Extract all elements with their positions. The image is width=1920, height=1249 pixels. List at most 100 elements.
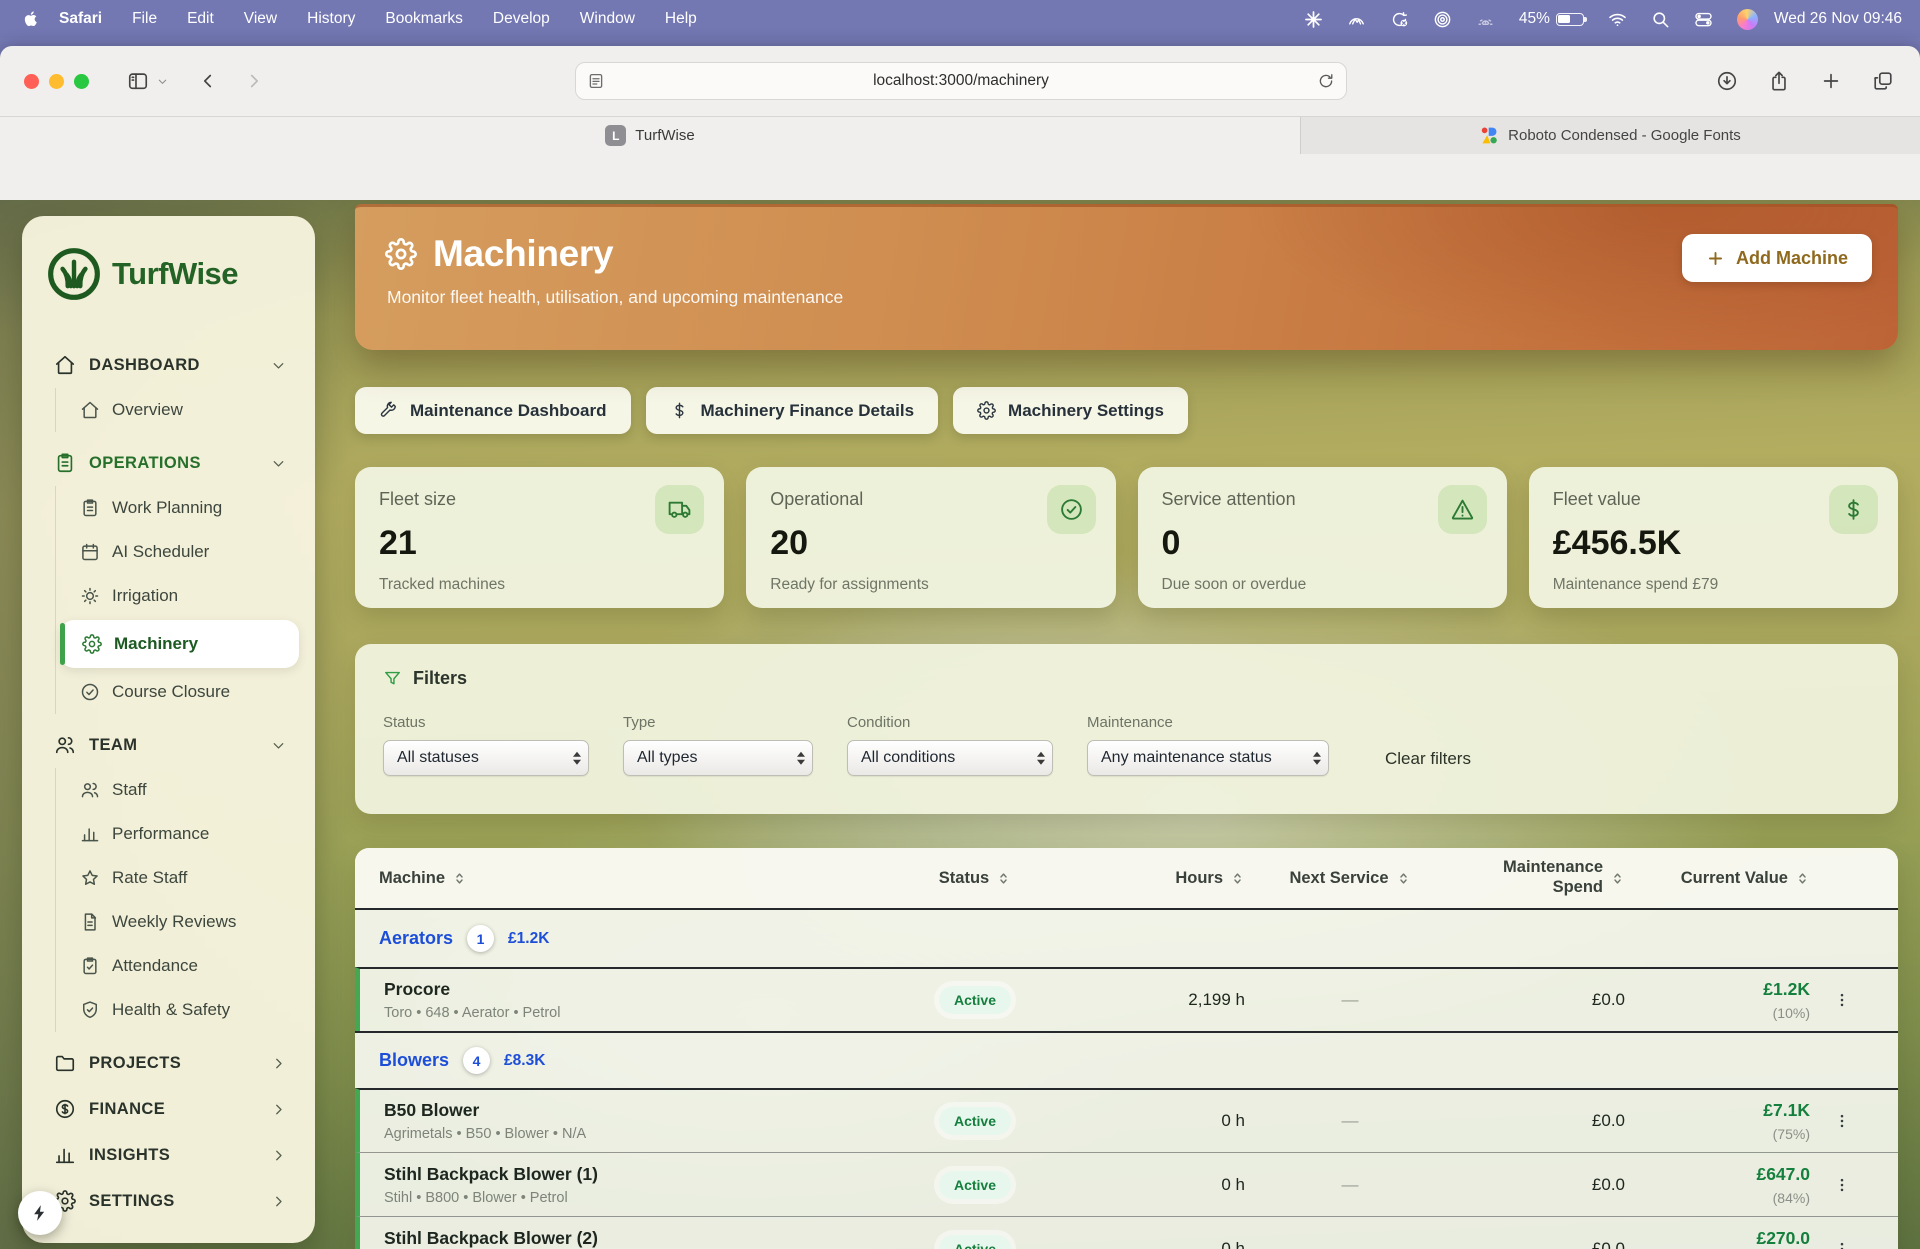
add-machine-button[interactable]: Add Machine <box>1682 234 1872 282</box>
column-current-value[interactable]: Current Value <box>1625 869 1810 888</box>
new-tab-icon[interactable] <box>1820 70 1842 92</box>
gear-icon <box>977 401 996 420</box>
reload-icon[interactable] <box>1317 72 1335 90</box>
row-menu-icon[interactable] <box>1810 1176 1874 1194</box>
share-icon[interactable] <box>1768 70 1790 92</box>
menu-clock[interactable]: Wed 26 Nov 09:46 <box>1768 10 1902 28</box>
menu-app-name[interactable]: Safari <box>44 10 117 28</box>
sidebar-item-course-closure[interactable]: Course Closure <box>80 670 293 714</box>
menu-help[interactable]: Help <box>650 10 712 28</box>
battery-status[interactable]: 45% <box>1519 10 1584 28</box>
condition-select[interactable]: All conditions <box>847 740 1053 776</box>
apple-menu[interactable] <box>18 6 44 32</box>
brand[interactable]: TurfWise <box>46 246 293 302</box>
sidebar-section-operations[interactable]: OPERATIONS <box>44 440 293 486</box>
sidebar-section-insights[interactable]: INSIGHTS <box>44 1132 293 1178</box>
address-bar[interactable]: localhost:3000/machinery <box>575 62 1347 100</box>
control-center-icon[interactable] <box>1694 10 1713 29</box>
sidebar-item-staff[interactable]: Staff <box>80 768 293 812</box>
stat-service-attention: Service attention 0 Due soon or overdue <box>1138 467 1507 608</box>
sort-icon <box>1795 871 1810 886</box>
sidebar-item-machinery[interactable]: Machinery <box>60 620 299 668</box>
tab-overview-icon[interactable] <box>1872 70 1894 92</box>
app-sidebar: TurfWise DASHBOARD Overview OPERATIONS <box>22 216 315 1243</box>
maintenance-select[interactable]: Any maintenance status <box>1087 740 1329 776</box>
vpn-mountain-icon[interactable] <box>1347 10 1366 29</box>
menu-view[interactable]: View <box>229 10 292 28</box>
quick-actions-button[interactable] <box>18 1191 62 1235</box>
forward-button[interactable] <box>241 68 267 94</box>
table-row-b50-blower[interactable]: B50 Blower Agrimetals • B50 • Blower • N… <box>355 1088 1898 1152</box>
menu-bookmarks[interactable]: Bookmarks <box>370 10 478 28</box>
sidebar-section-finance[interactable]: FINANCE <box>44 1086 293 1132</box>
column-maintenance-spend[interactable]: Maintenance Spend <box>1455 858 1625 898</box>
group-row-aerators[interactable]: Aerators 1 £1.2K <box>355 910 1898 967</box>
sidebar-item-irrigation[interactable]: Irrigation <box>80 574 293 618</box>
sidebar-item-rate-staff[interactable]: Rate Staff <box>80 856 293 900</box>
sort-icon <box>996 871 1011 886</box>
action-tabs: Maintenance Dashboard Machinery Finance … <box>355 387 1898 434</box>
clear-filters-button[interactable]: Clear filters <box>1385 749 1471 769</box>
starburst-menu-icon[interactable] <box>1304 10 1323 29</box>
spotlight-search-icon[interactable] <box>1651 10 1670 29</box>
column-status[interactable]: Status <box>900 869 1050 888</box>
sidebar-item-attendance[interactable]: Attendance <box>80 944 293 988</box>
sidebar-section-team[interactable]: TEAM <box>44 722 293 768</box>
column-hours[interactable]: Hours <box>1050 869 1245 888</box>
table-row-stihl-blower-2[interactable]: Stihl Backpack Blower (2) Stihl • B600 •… <box>355 1216 1898 1249</box>
machinery-settings-button[interactable]: Machinery Settings <box>953 387 1188 434</box>
status-select[interactable]: All statuses <box>383 740 589 776</box>
chevron-right-icon <box>270 1101 287 1118</box>
row-menu-icon[interactable] <box>1810 991 1874 1009</box>
sidebar-item-performance[interactable]: Performance <box>80 812 293 856</box>
machinery-finance-details-button[interactable]: Machinery Finance Details <box>646 387 939 434</box>
select-stepper-icon <box>573 752 581 765</box>
sidebar-item-ai-scheduler[interactable]: AI Scheduler <box>80 530 293 574</box>
sidebar-item-overview[interactable]: Overview <box>80 388 293 432</box>
user-avatar[interactable] <box>1737 9 1758 30</box>
maintenance-dashboard-button[interactable]: Maintenance Dashboard <box>355 387 631 434</box>
type-select[interactable]: All types <box>623 740 813 776</box>
table-header-row: Machine Status Hours Next Service <box>355 848 1898 910</box>
sidebar-section-dashboard[interactable]: DASHBOARD <box>44 342 293 388</box>
reader-icon[interactable] <box>587 72 605 90</box>
back-button[interactable] <box>195 68 221 94</box>
sidebar-chevron-icon[interactable] <box>155 68 169 94</box>
menu-edit[interactable]: Edit <box>172 10 229 28</box>
airdrop-icon[interactable] <box>1433 10 1452 29</box>
sidebar-section-projects[interactable]: PROJECTS <box>44 1040 293 1086</box>
google-fonts-favicon <box>1480 126 1499 145</box>
keyboard-brightness-icon[interactable] <box>1476 10 1495 29</box>
close-window-button[interactable] <box>24 74 39 89</box>
menu-window[interactable]: Window <box>565 10 650 28</box>
downloads-icon[interactable] <box>1716 70 1738 92</box>
row-menu-icon[interactable] <box>1810 1240 1874 1249</box>
menu-file[interactable]: File <box>117 10 172 28</box>
clipboard-icon <box>54 452 76 474</box>
page-subtitle: Monitor fleet health, utilisation, and u… <box>387 287 1868 308</box>
column-next-service[interactable]: Next Service <box>1245 869 1455 888</box>
group-row-blowers[interactable]: Blowers 4 £8.3K <box>355 1031 1898 1088</box>
sidebar-item-work-planning[interactable]: Work Planning <box>80 486 293 530</box>
machinery-table: Machine Status Hours Next Service <box>355 848 1898 1249</box>
minimize-window-button[interactable] <box>49 74 64 89</box>
table-row-procore[interactable]: Procore Toro • 648 • Aerator • Petrol Ac… <box>355 967 1898 1031</box>
table-row-stihl-blower-1[interactable]: Stihl Backpack Blower (1) Stihl • B800 •… <box>355 1152 1898 1216</box>
sidebar-item-weekly-reviews[interactable]: Weekly Reviews <box>80 900 293 944</box>
wifi-icon[interactable] <box>1608 10 1627 29</box>
menu-develop[interactable]: Develop <box>478 10 565 28</box>
menu-history[interactable]: History <box>292 10 370 28</box>
turfwise-favicon: L <box>605 125 626 146</box>
calendar-icon <box>80 542 100 562</box>
zoom-window-button[interactable] <box>74 74 89 89</box>
lightning-icon <box>30 1203 50 1223</box>
tab-turfwise[interactable]: L TurfWise <box>0 117 1300 154</box>
sidebar-item-health-safety[interactable]: Health & Safety <box>80 988 293 1032</box>
sidebar-toggle-icon[interactable] <box>125 68 151 94</box>
row-menu-icon[interactable] <box>1810 1112 1874 1130</box>
sync-error-icon[interactable] <box>1390 10 1409 29</box>
tab-google-fonts[interactable]: Roboto Condensed - Google Fonts <box>1300 117 1920 154</box>
column-machine[interactable]: Machine <box>379 869 900 888</box>
folder-icon <box>54 1052 76 1074</box>
sidebar-section-settings[interactable]: SETTINGS <box>44 1178 293 1224</box>
